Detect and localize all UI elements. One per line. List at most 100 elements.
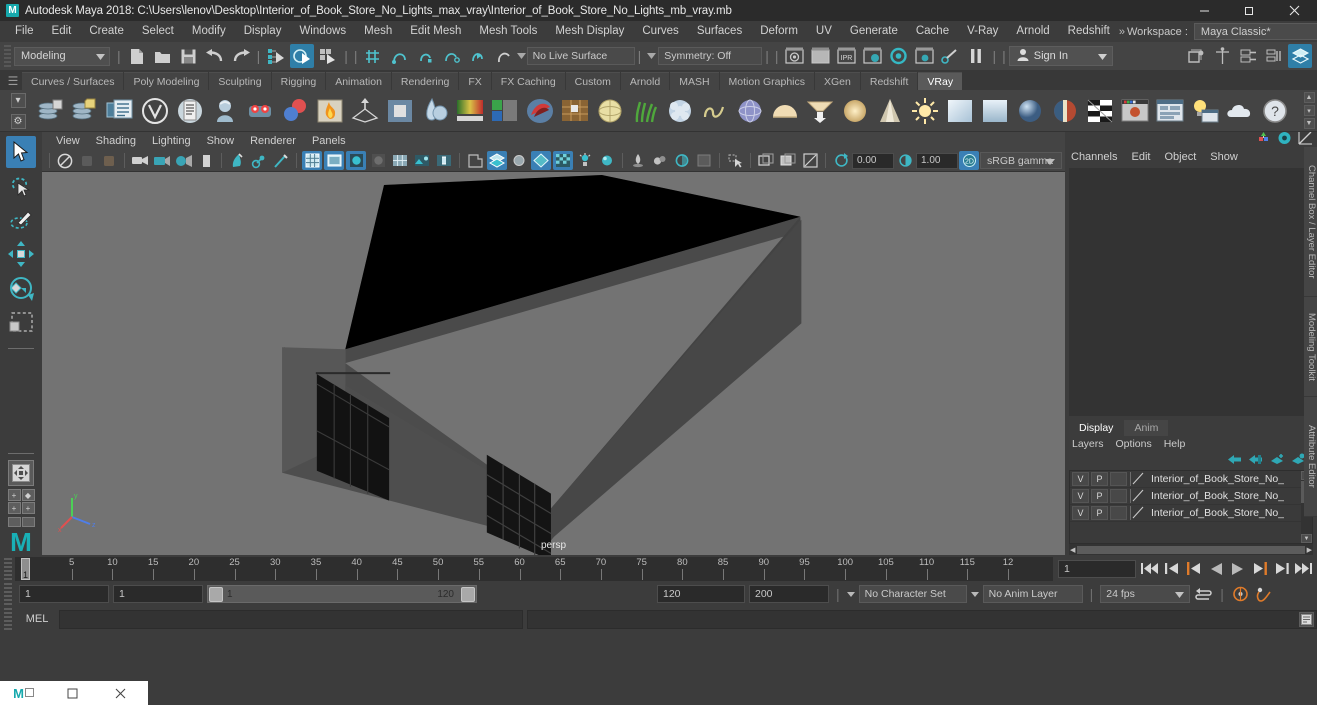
smooth-shade-selected-icon[interactable]: [346, 151, 366, 170]
shelf-menu-icon[interactable]: ☰: [4, 72, 22, 90]
toggle-channel-box-button[interactable]: [1262, 44, 1286, 68]
scroll-thumb-h[interactable]: [1077, 545, 1305, 554]
redo-previous-render-button[interactable]: [808, 44, 832, 68]
menu-arnold[interactable]: Arnold: [1007, 21, 1058, 42]
vray-frame-buffer-button[interactable]: [103, 94, 136, 128]
restore-window-icon[interactable]: [48, 681, 96, 705]
scroll-left-icon[interactable]: ◀: [1070, 546, 1075, 554]
layer-playback-toggle[interactable]: P: [1091, 472, 1108, 486]
vray-fire-button[interactable]: [313, 94, 346, 128]
sidetab-attribute-editor[interactable]: Attribute Editor: [1304, 397, 1317, 517]
select-tool-button[interactable]: [6, 136, 36, 168]
depth-of-field-icon[interactable]: [553, 151, 573, 170]
shelf-scrollbar[interactable]: ▲ ▾ ▼: [1303, 92, 1315, 129]
scroll-right-icon[interactable]: ▶: [1307, 546, 1312, 554]
shelf-tab-vray[interactable]: VRay: [918, 72, 963, 90]
character-set-dropdown-icon[interactable]: [846, 591, 855, 597]
lighting-default-icon[interactable]: [575, 151, 595, 170]
tab-display[interactable]: Display: [1069, 420, 1124, 436]
shadow-map-icon[interactable]: [672, 151, 692, 170]
new-scene-button[interactable]: [125, 44, 149, 68]
step-back-keyframe-icon[interactable]: [1162, 559, 1181, 578]
shelf-tab-rendering[interactable]: Rendering: [391, 72, 459, 90]
menu-generate[interactable]: Generate: [841, 21, 907, 42]
backface-culling-icon[interactable]: [778, 151, 798, 170]
layer-menu-options[interactable]: Options: [1116, 438, 1164, 450]
menu-cache[interactable]: Cache: [907, 21, 958, 42]
play-forwards-icon[interactable]: [1228, 559, 1247, 578]
vray-ies-light-button[interactable]: [803, 94, 836, 128]
shelf-scroll-up-icon[interactable]: ▲: [1303, 92, 1315, 103]
table-row[interactable]: V P Interior_of_Book_Store_No_: [1070, 471, 1312, 488]
perspective-viewport[interactable]: y z x persp: [42, 171, 1065, 555]
vray-rect-light-button[interactable]: [943, 94, 976, 128]
snap-to-curve-button[interactable]: [388, 44, 412, 68]
make-live-options-icon[interactable]: [517, 52, 527, 60]
camera-attributes-icon[interactable]: [99, 151, 119, 170]
vray-plane-button[interactable]: [383, 94, 416, 128]
two-d-pan-zoom-icon[interactable]: [152, 151, 172, 170]
menu-uv[interactable]: UV: [807, 21, 841, 42]
loop-playback-icon[interactable]: [1194, 585, 1213, 604]
layer-list[interactable]: V P Interior_of_Book_Store_No_ V P Inter…: [1069, 470, 1313, 544]
move-tool-button[interactable]: [6, 238, 36, 270]
vray-render-button[interactable]: [33, 94, 66, 128]
flat-shade-icon[interactable]: [368, 151, 388, 170]
layout-button-2[interactable]: ◆: [21, 489, 35, 501]
symmetry-options-icon[interactable]: [644, 52, 658, 60]
shelf-scroll-menu-icon[interactable]: ▾: [1303, 105, 1315, 116]
vray-fur-button[interactable]: [628, 94, 661, 128]
paint-select-tool-button[interactable]: [6, 204, 36, 236]
layout-split-right[interactable]: [21, 517, 35, 527]
range-end-field[interactable]: 120: [657, 585, 745, 603]
layer-color-swatch[interactable]: [1130, 489, 1148, 503]
symmetry-field[interactable]: Symmetry: Off: [658, 47, 763, 65]
single-perspective-layout-button[interactable]: [8, 460, 34, 486]
lights-shadows-icon[interactable]: [628, 151, 648, 170]
vray-sky-button[interactable]: [978, 94, 1011, 128]
layer-visibility-toggle[interactable]: V: [1072, 472, 1089, 486]
play-backwards-icon[interactable]: [1206, 559, 1225, 578]
layer-playback-toggle[interactable]: P: [1091, 489, 1108, 503]
render-current-frame-button[interactable]: [782, 44, 806, 68]
ambient-occlusion-icon[interactable]: [694, 151, 714, 170]
render-sequence-button[interactable]: [938, 44, 962, 68]
toggle-model-panel-button[interactable]: [1184, 44, 1208, 68]
layout-button-4[interactable]: +: [21, 502, 35, 514]
render-settings-button[interactable]: [860, 44, 884, 68]
menu-select[interactable]: Select: [133, 21, 183, 42]
range-start-handle[interactable]: [209, 586, 223, 602]
anim-end-field[interactable]: 200: [749, 585, 829, 603]
xray-shading-icon[interactable]: [227, 151, 247, 170]
four-view-layout-buttons[interactable]: + ◆ + +: [7, 489, 35, 514]
sidetab-channel-box-layer-editor[interactable]: Channel Box / Layer Editor: [1304, 147, 1317, 297]
vray-environment-button[interactable]: [1223, 94, 1256, 128]
shelf-tab-poly-modeling[interactable]: Poly Modeling: [124, 72, 209, 90]
split-layout-buttons[interactable]: [7, 517, 35, 527]
live-surface-field[interactable]: No Live Surface: [526, 47, 635, 65]
vray-dome-light-button[interactable]: [593, 94, 626, 128]
viewport-menu-show[interactable]: Show: [199, 135, 243, 147]
range-start-field[interactable]: 1: [113, 585, 203, 603]
select-by-object-button[interactable]: [290, 44, 315, 68]
close-icon[interactable]: [1272, 0, 1317, 21]
step-back-frame-icon[interactable]: [1184, 559, 1203, 578]
snap-to-point-button[interactable]: [414, 44, 438, 68]
anim-layer-field[interactable]: No Anim Layer: [982, 585, 1083, 603]
vray-blend-material-button[interactable]: [1048, 94, 1081, 128]
menu-vray[interactable]: V-Ray: [958, 21, 1007, 42]
menu-mesh[interactable]: Mesh: [355, 21, 401, 42]
snap-to-projected-center-button[interactable]: [440, 44, 464, 68]
shelf-tab-sculpting[interactable]: Sculpting: [209, 72, 271, 90]
viewport-menu-panels[interactable]: Panels: [304, 135, 354, 147]
vray-color-ramp-button[interactable]: [453, 94, 486, 128]
use-default-material-icon[interactable]: [434, 151, 454, 170]
shelf-tab-fx[interactable]: FX: [459, 72, 491, 90]
time-slider-track[interactable]: 1 5 10 15 20 25 30 35 40 45 50 55 60 65 70 75 80 85 90 95 1…: [15, 556, 1053, 581]
channel-menu-edit[interactable]: Edit: [1131, 151, 1164, 163]
vray-uv-grid-button[interactable]: [558, 94, 591, 128]
exposure-field[interactable]: 0.00: [852, 152, 894, 169]
vray-sphere-material-button[interactable]: [1013, 94, 1046, 128]
open-scene-button[interactable]: [151, 44, 175, 68]
vray-toon-button[interactable]: [523, 94, 556, 128]
